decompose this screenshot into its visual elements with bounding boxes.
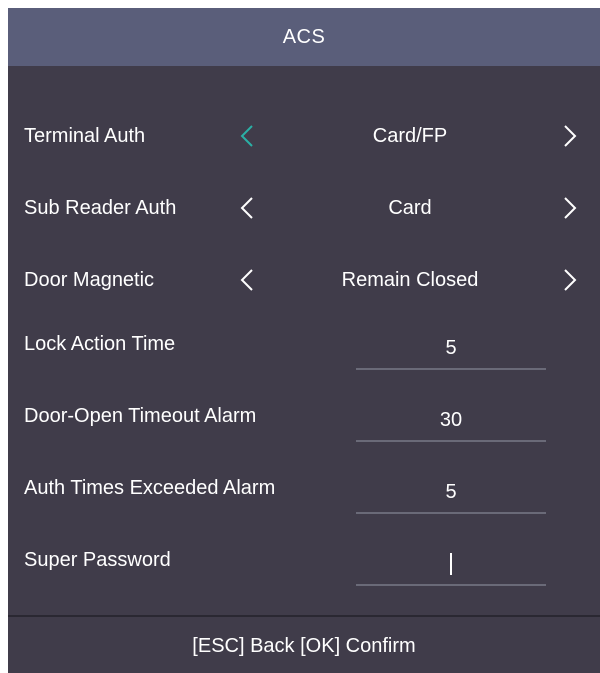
door-magnetic-row[interactable]: Door Magnetic Remain Closed [8, 244, 600, 316]
footer-bar: [ESC] Back [OK] Confirm [8, 615, 600, 673]
chevron-left-icon[interactable] [240, 268, 254, 292]
sub-reader-auth-value: Card [388, 196, 432, 219]
lock-action-time-row: Lock Action Time 5 [8, 308, 600, 380]
auth-times-exceeded-alarm-value: 5 [445, 480, 457, 503]
chevron-left-icon[interactable] [240, 196, 254, 220]
terminal-auth-value: Card/FP [372, 124, 448, 147]
super-password-row: Super Password [8, 524, 600, 596]
door-open-timeout-alarm-label: Door-Open Timeout Alarm [24, 404, 257, 427]
acs-screen: ACS Terminal Auth Card/FP Sub Reader Aut… [8, 8, 600, 673]
auth-times-exceeded-alarm-input[interactable]: 5 [356, 472, 546, 514]
sub-reader-auth-row[interactable]: Sub Reader Auth Card [8, 172, 600, 244]
sub-reader-auth-label: Sub Reader Auth [24, 196, 177, 219]
footer-hint: [ESC] Back [OK] Confirm [192, 634, 416, 657]
chevron-right-icon[interactable] [563, 124, 577, 148]
door-open-timeout-alarm-row: Door-Open Timeout Alarm 30 [8, 380, 600, 452]
door-open-timeout-alarm-input[interactable]: 30 [356, 400, 546, 442]
page-title: ACS [282, 25, 326, 48]
super-password-input[interactable] [356, 544, 546, 586]
terminal-auth-label: Terminal Auth [24, 124, 146, 147]
door-magnetic-value: Remain Closed [341, 268, 479, 291]
door-open-timeout-alarm-value: 30 [439, 408, 463, 431]
chevron-right-icon[interactable] [563, 268, 577, 292]
auth-times-exceeded-alarm-label: Auth Times Exceeded Alarm [24, 476, 276, 499]
chevron-left-icon[interactable] [240, 124, 254, 148]
lock-action-time-input[interactable]: 5 [356, 328, 546, 370]
text-cursor [450, 553, 452, 575]
auth-times-exceeded-alarm-row: Auth Times Exceeded Alarm 5 [8, 452, 600, 524]
terminal-auth-row[interactable]: Terminal Auth Card/FP [8, 100, 600, 172]
lock-action-time-label: Lock Action Time [24, 332, 176, 355]
door-magnetic-label: Door Magnetic [24, 268, 155, 291]
lock-action-time-value: 5 [445, 336, 457, 359]
super-password-label: Super Password [24, 548, 171, 571]
chevron-right-icon[interactable] [563, 196, 577, 220]
title-bar: ACS [8, 8, 600, 66]
